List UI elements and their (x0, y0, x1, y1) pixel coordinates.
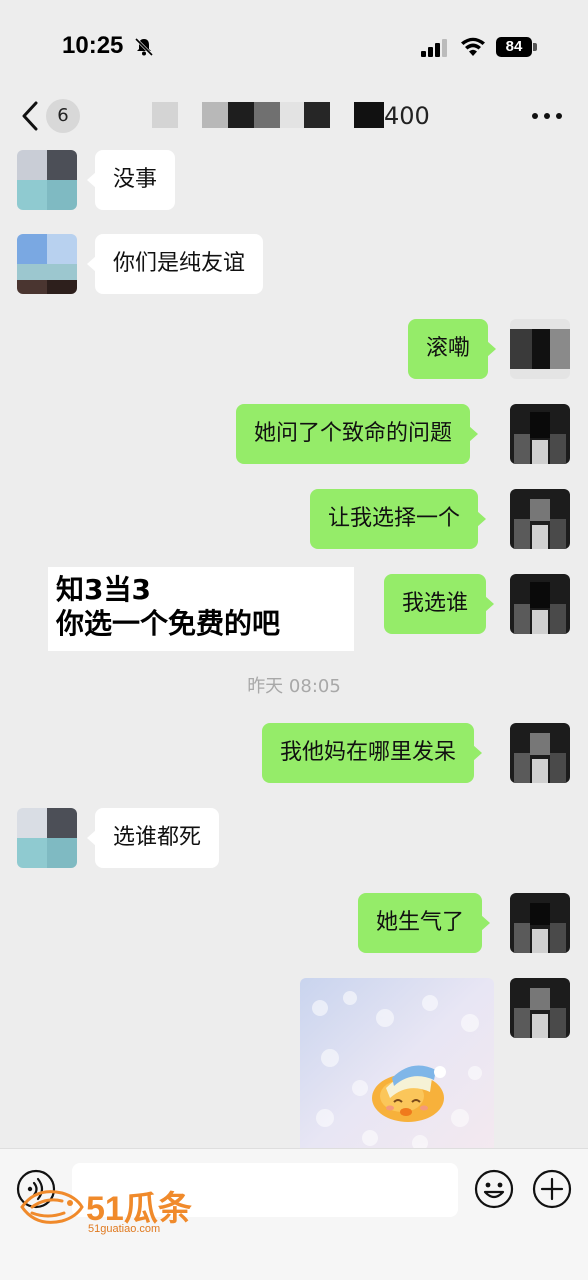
battery-icon: 84 (496, 37, 538, 57)
duck-sticker[interactable] (300, 978, 494, 1148)
emoji-icon[interactable] (474, 1169, 514, 1209)
title-mosaic (228, 102, 254, 128)
contact-avatar[interactable] (17, 150, 77, 210)
title-mosaic (354, 102, 384, 128)
bell-muted-icon (134, 37, 154, 57)
message-bubble-incoming[interactable]: 没事 (86, 150, 176, 210)
contact-avatar[interactable] (17, 234, 77, 294)
wifi-icon (461, 37, 485, 56)
message-bubble-incoming[interactable]: 你们是纯友谊 (86, 234, 264, 294)
chat-screen: 10:25 84 6 400 没事 你们是纯友谊 滚嘞 她问了个致命的问题 让我… (0, 0, 588, 1280)
status-time: 10:25 (62, 32, 124, 59)
battery-cap (533, 43, 537, 51)
my-avatar[interactable] (510, 319, 570, 379)
caption-line-2: 你选一个免费的吧 (56, 607, 281, 640)
my-avatar[interactable] (510, 723, 570, 783)
title-mosaic (280, 102, 304, 128)
input-bar: 51瓜条 51guatiao.com (0, 1148, 588, 1280)
contact-avatar[interactable] (17, 808, 77, 868)
chat-header: 6 400 (0, 94, 588, 142)
site-watermark: 51瓜条 51guatiao.com (18, 1179, 208, 1241)
message-bubble-outgoing[interactable]: 让我选择一个 (310, 489, 487, 549)
title-mosaic (202, 102, 228, 128)
signal-icon (421, 39, 447, 57)
watermark-url: 51guatiao.com (88, 1223, 161, 1235)
chevron-left-icon[interactable] (18, 98, 42, 134)
fish-logo-icon (20, 1190, 84, 1224)
chat-title[interactable]: 400 (150, 100, 440, 132)
caption-line-1: 知3当3 (56, 573, 151, 606)
my-avatar[interactable] (510, 893, 570, 953)
message-bubble-outgoing[interactable]: 她生气了 (358, 893, 491, 953)
plus-icon[interactable] (532, 1169, 572, 1209)
my-avatar[interactable] (510, 404, 570, 464)
overlay-caption: 知3当3 你选一个免费的吧 (48, 567, 354, 651)
battery-level: 84 (496, 37, 532, 57)
title-mosaic (254, 102, 280, 128)
message-bubble-incoming[interactable]: 选谁都死 (86, 808, 220, 868)
more-dots-icon[interactable] (530, 106, 564, 126)
title-mosaic (304, 102, 330, 128)
status-bar: 10:25 84 (0, 0, 588, 94)
message-bubble-outgoing[interactable]: 我他妈在哪里发呆 (262, 723, 483, 783)
message-bubble-outgoing[interactable]: 她问了个致命的问题 (236, 404, 479, 464)
unread-count-badge[interactable]: 6 (46, 99, 80, 133)
message-timestamp: 昨天 08:05 (247, 676, 341, 697)
message-bubble-outgoing[interactable]: 我选谁 (384, 574, 495, 634)
chat-title-text: 400 (384, 102, 430, 130)
my-avatar[interactable] (510, 489, 570, 549)
my-avatar[interactable] (510, 574, 570, 634)
title-mosaic (152, 102, 178, 128)
message-list[interactable]: 没事 你们是纯友谊 滚嘞 她问了个致命的问题 让我选择一个 我选谁 知3当3 你… (0, 142, 588, 1148)
my-avatar[interactable] (510, 978, 570, 1038)
message-bubble-outgoing[interactable]: 滚嘞 (408, 319, 497, 379)
